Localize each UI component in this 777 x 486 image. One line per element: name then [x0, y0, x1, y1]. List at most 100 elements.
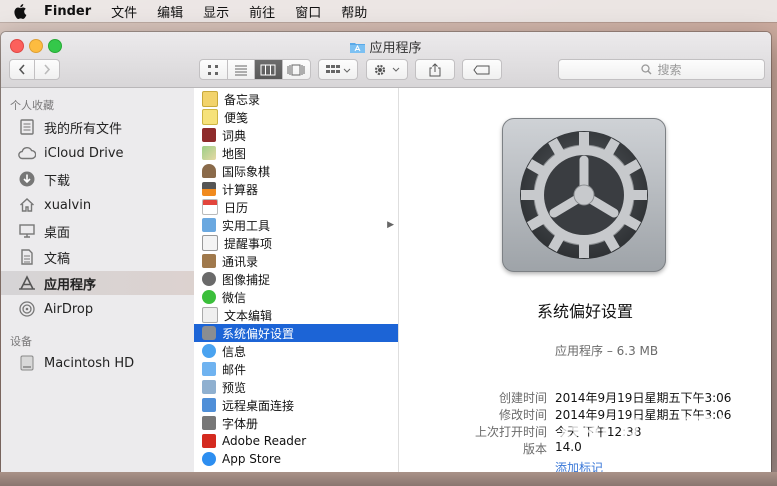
list-item[interactable]: 图像捕捉: [194, 270, 398, 288]
list-item-label: 地图: [222, 146, 247, 161]
created-label: 创建时间: [498, 391, 547, 405]
list-view-button[interactable]: [228, 60, 255, 79]
list-item[interactable]: 信息: [194, 342, 398, 360]
adobe-reader-app-icon: [202, 434, 216, 448]
version-label: 版本: [522, 442, 547, 456]
forward-button[interactable]: [34, 59, 60, 80]
action-menu-button[interactable]: [366, 59, 408, 80]
contacts-app-icon: [202, 254, 216, 268]
menu-go[interactable]: 前往: [239, 2, 285, 21]
sidebar-item-label: xualvin: [44, 197, 92, 213]
menu-help[interactable]: 帮助: [331, 2, 377, 21]
preview-app-icon: [202, 380, 216, 394]
reminders-app-icon: [202, 235, 218, 251]
share-icon: [429, 62, 441, 76]
created-value: 2014年9月19日星期五下午3:06: [555, 391, 732, 405]
sidebar-item-all-files[interactable]: 我的所有文件: [1, 115, 194, 139]
sidebar-item-label: 下载: [44, 173, 71, 189]
list-item-label: 信息: [222, 344, 247, 359]
messages-app-icon: [202, 344, 216, 358]
sidebar-item-label: 文稿: [44, 251, 71, 267]
maps-app-icon: [202, 146, 216, 160]
tags-button[interactable]: [462, 59, 502, 80]
system-preferences-app-icon: [202, 326, 216, 340]
sidebar-item-label: 应用程序: [44, 277, 97, 293]
view-mode-group: [199, 59, 311, 80]
sidebar-item-documents[interactable]: 文稿: [1, 245, 194, 269]
sidebar-item-applications[interactable]: 应用程序: [1, 271, 194, 295]
modified-label: 修改时间: [498, 408, 547, 422]
list-item-label: 国际象棋: [222, 164, 271, 179]
menu-finder[interactable]: Finder: [44, 4, 101, 19]
window-title: 应用程序: [1, 37, 771, 56]
list-item[interactable]: 计算器: [194, 180, 398, 198]
menu-view[interactable]: 显示: [193, 2, 239, 21]
list-item[interactable]: 便笺: [194, 108, 398, 126]
desktop-icon: [18, 222, 36, 240]
list-item[interactable]: 备忘录: [194, 90, 398, 108]
menu-file[interactable]: 文件: [101, 2, 147, 21]
back-button[interactable]: [9, 59, 35, 80]
share-button[interactable]: [415, 59, 455, 80]
list-item-label: 邮件: [222, 362, 247, 377]
sidebar-item-home[interactable]: xualvin: [1, 193, 194, 217]
list-item[interactable]: 邮件: [194, 360, 398, 378]
gear-icon: [374, 64, 400, 75]
title-bar: 应用程序 搜索: [1, 32, 771, 88]
list-item-label: 系统偏好设置: [222, 326, 295, 341]
list-item[interactable]: 系统偏好设置: [194, 324, 398, 342]
list-item[interactable]: 预览: [194, 378, 398, 396]
icon-view-button[interactable]: [200, 60, 228, 79]
list-item-label: 日历: [224, 200, 249, 215]
list-item[interactable]: 日历: [194, 198, 398, 216]
devices-header: 设备: [10, 335, 32, 348]
sidebar-item-downloads[interactable]: 下载: [1, 167, 194, 191]
cover-flow-button[interactable]: [283, 60, 310, 79]
list-item[interactable]: 词典: [194, 126, 398, 144]
column-view-button[interactable]: [255, 60, 283, 79]
sidebar-item-airdrop[interactable]: AirDrop: [1, 297, 194, 321]
utilities-folder-icon: [202, 218, 216, 232]
list-item[interactable]: 字体册: [194, 414, 398, 432]
textedit-app-icon: [202, 307, 218, 323]
list-item-label: App Store: [222, 452, 281, 466]
list-item[interactable]: 提醒事项: [194, 234, 398, 252]
arrange-button[interactable]: [318, 59, 358, 80]
remote-desktop-app-icon: [202, 398, 216, 412]
favorites-header: 个人收藏: [10, 99, 54, 112]
dictionary-app-icon: [202, 128, 216, 142]
chess-app-icon: [202, 164, 216, 178]
list-item[interactable]: 国际象棋: [194, 162, 398, 180]
list-item[interactable]: 地图: [194, 144, 398, 162]
sidebar-item-label: iCloud Drive: [44, 145, 124, 161]
apple-menu-icon[interactable]: [12, 3, 30, 19]
sidebar-item-label: 桌面: [44, 225, 71, 241]
list-item[interactable]: Adobe Reader: [194, 432, 398, 450]
sidebar-item-label: AirDrop: [44, 301, 94, 317]
search-field[interactable]: 搜索: [558, 59, 765, 80]
list-item[interactable]: 微信: [194, 288, 398, 306]
sidebar-item-macintosh-hd[interactable]: Macintosh HD: [1, 351, 194, 375]
menu-edit[interactable]: 编辑: [147, 2, 193, 21]
list-item[interactable]: 通讯录: [194, 252, 398, 270]
applications-icon: [18, 274, 36, 292]
sidebar-item-desktop[interactable]: 桌面: [1, 219, 194, 243]
list-item[interactable]: 文本编辑: [194, 306, 398, 324]
menu-window[interactable]: 窗口: [285, 2, 331, 21]
applications-column: 备忘录 便笺 词典 地图 国际象棋 计算器 日历 实用工具 ▶ 提醒事项 通讯录 …: [194, 88, 399, 472]
list-item-label: 提醒事项: [224, 236, 273, 251]
preview-kind-size: 应用程序 – 6.3 MB: [555, 344, 659, 358]
tag-icon: [473, 65, 490, 74]
all-files-icon: [18, 118, 36, 136]
list-item[interactable]: 远程桌面连接: [194, 396, 398, 414]
notes-app-icon: [202, 91, 218, 107]
list-item[interactable]: 实用工具 ▶: [194, 216, 398, 234]
cloud-icon: [18, 144, 36, 162]
image-capture-app-icon: [202, 272, 216, 286]
chevron-right-icon: [44, 64, 51, 75]
list-item-label: 词典: [222, 128, 247, 143]
cover-flow-icon: [287, 64, 305, 75]
sidebar-item-icloud-drive[interactable]: iCloud Drive: [1, 141, 194, 165]
list-item[interactable]: App Store: [194, 450, 398, 468]
list-item-label: Adobe Reader: [222, 434, 307, 448]
